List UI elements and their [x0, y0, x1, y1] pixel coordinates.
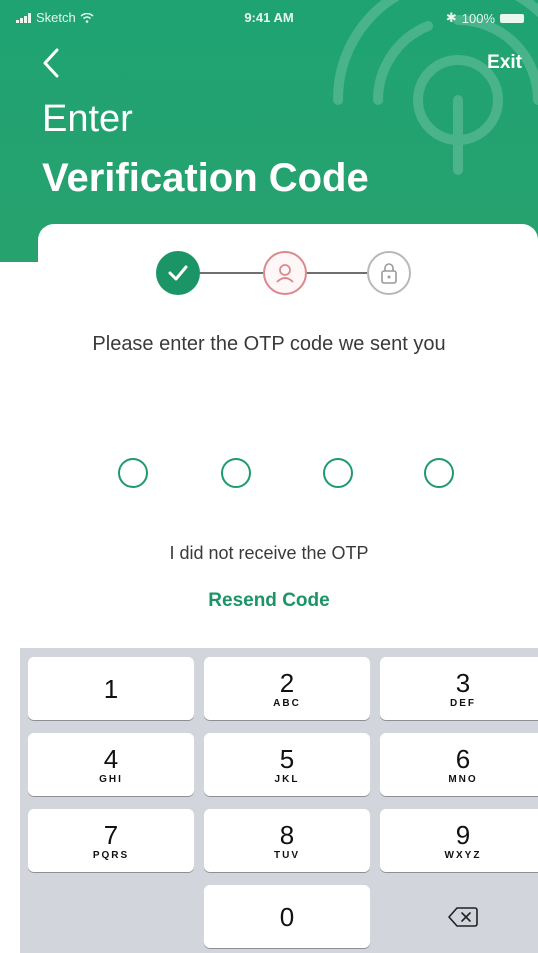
key-letters: DEF: [450, 697, 476, 709]
key-digit: 3: [455, 667, 471, 698]
person-icon: [276, 264, 294, 283]
key-letters: TUV: [274, 849, 300, 861]
key-9[interactable]: 9 WXYZ: [380, 809, 538, 872]
header: Sketch 9:41 AM ✱ 100% Exit Enter Verific…: [0, 0, 538, 262]
otp-prompt: Please enter the OTP code we sent you: [92, 333, 446, 355]
status-right: ✱ 100%: [446, 10, 524, 26]
key-2[interactable]: 2 ABC: [204, 657, 370, 720]
resend-code-link[interactable]: Resend Code: [0, 590, 538, 612]
battery-icon: [500, 13, 524, 23]
page-title-line1: Enter: [42, 98, 133, 140]
stepper-connector: [307, 272, 367, 274]
key-digit: 5: [279, 743, 295, 774]
bluetooth-icon: ✱: [445, 10, 457, 25]
key-letters: ABC: [273, 697, 301, 709]
key-8[interactable]: 8 TUV: [204, 809, 370, 872]
resend-info: I did not receive the OTP: [169, 543, 369, 563]
key-7[interactable]: 7 PQRS: [28, 809, 194, 872]
step-current: [263, 251, 307, 295]
key-4[interactable]: 4 GHI: [28, 733, 194, 796]
key-digit: 9: [455, 819, 471, 850]
key-letters: WXYZ: [444, 849, 482, 861]
key-letters: JKL: [274, 773, 300, 785]
lock-icon: [381, 263, 397, 284]
page-title-line2: Verification Code: [42, 156, 369, 200]
otp-digit-slot[interactable]: [118, 458, 148, 488]
battery-label: 100%: [461, 10, 495, 26]
otp-digit-slot[interactable]: [221, 458, 251, 488]
chevron-left-icon: [43, 48, 59, 78]
exit-button[interactable]: Exit: [487, 52, 522, 74]
otp-digit-slot[interactable]: [424, 458, 454, 488]
key-3[interactable]: 3 DEF: [380, 657, 538, 720]
key-5[interactable]: 5 JKL: [204, 733, 370, 796]
key-6[interactable]: 6 MNO: [380, 733, 538, 796]
key-digit: 6: [455, 743, 471, 774]
otp-input[interactable]: [118, 458, 458, 492]
key-digit: 1: [103, 673, 119, 704]
step-done: [156, 251, 200, 295]
back-button[interactable]: [36, 46, 66, 80]
key-digit: 2: [279, 667, 295, 698]
status-bar: Sketch 9:41 AM ✱ 100%: [0, 0, 538, 34]
key-digit: 7: [103, 819, 119, 850]
progress-stepper: [156, 251, 422, 295]
otp-digit-slot[interactable]: [323, 458, 353, 488]
key-digit: 4: [103, 743, 119, 774]
stepper-connector: [200, 272, 263, 274]
numeric-keypad: 1 2 ABC 3 DEF 4 GHI 5 JKL 6 MNO 7 PQRS 8…: [20, 648, 538, 953]
key-0[interactable]: 0: [204, 885, 370, 948]
backspace-icon: [448, 906, 478, 927]
key-letters: GHI: [99, 773, 123, 785]
key-digit: 8: [279, 819, 295, 850]
key-letters: MNO: [448, 773, 478, 785]
backspace-key[interactable]: [380, 885, 538, 948]
step-pending: [367, 251, 411, 295]
key-digit: 0: [279, 901, 295, 932]
key-letters: PQRS: [92, 849, 130, 861]
checkmark-icon: [168, 265, 188, 281]
key-1[interactable]: 1: [28, 657, 194, 720]
